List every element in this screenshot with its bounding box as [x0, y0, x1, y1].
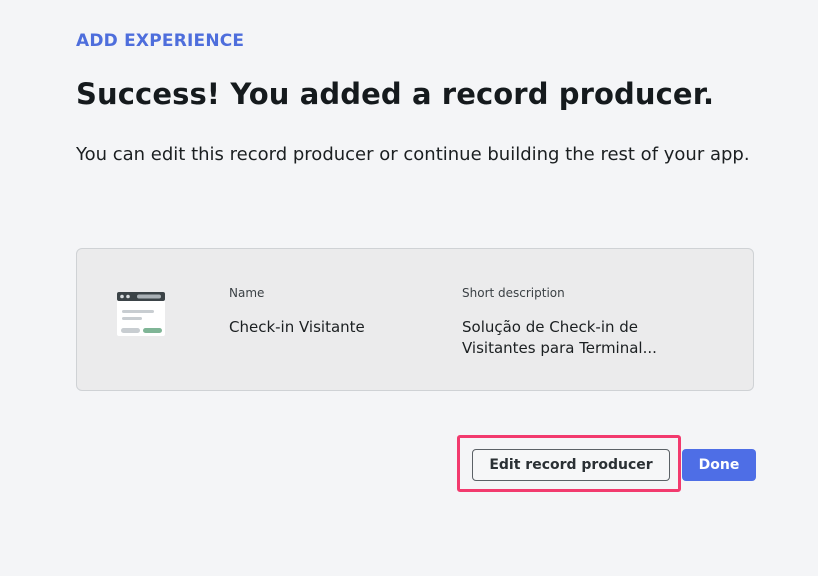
short-description-label: Short description	[462, 286, 565, 300]
done-button[interactable]: Done	[682, 449, 756, 481]
add-experience-page: ADD EXPERIENCE Success! You added a reco…	[0, 0, 818, 576]
page-title: Success! You added a record producer.	[76, 77, 715, 111]
name-value: Check-in Visitante	[229, 318, 365, 336]
section-eyebrow: ADD EXPERIENCE	[76, 31, 245, 51]
record-producer-card: Name Check-in Visitante Short descriptio…	[76, 248, 754, 391]
form-window-icon	[117, 292, 165, 336]
name-label: Name	[229, 286, 265, 300]
edit-record-producer-button[interactable]: Edit record producer	[472, 449, 670, 481]
short-description-value: Solução de Check-in de Visitantes para T…	[462, 318, 657, 357]
page-subtitle: You can edit this record producer or con…	[76, 144, 750, 165]
